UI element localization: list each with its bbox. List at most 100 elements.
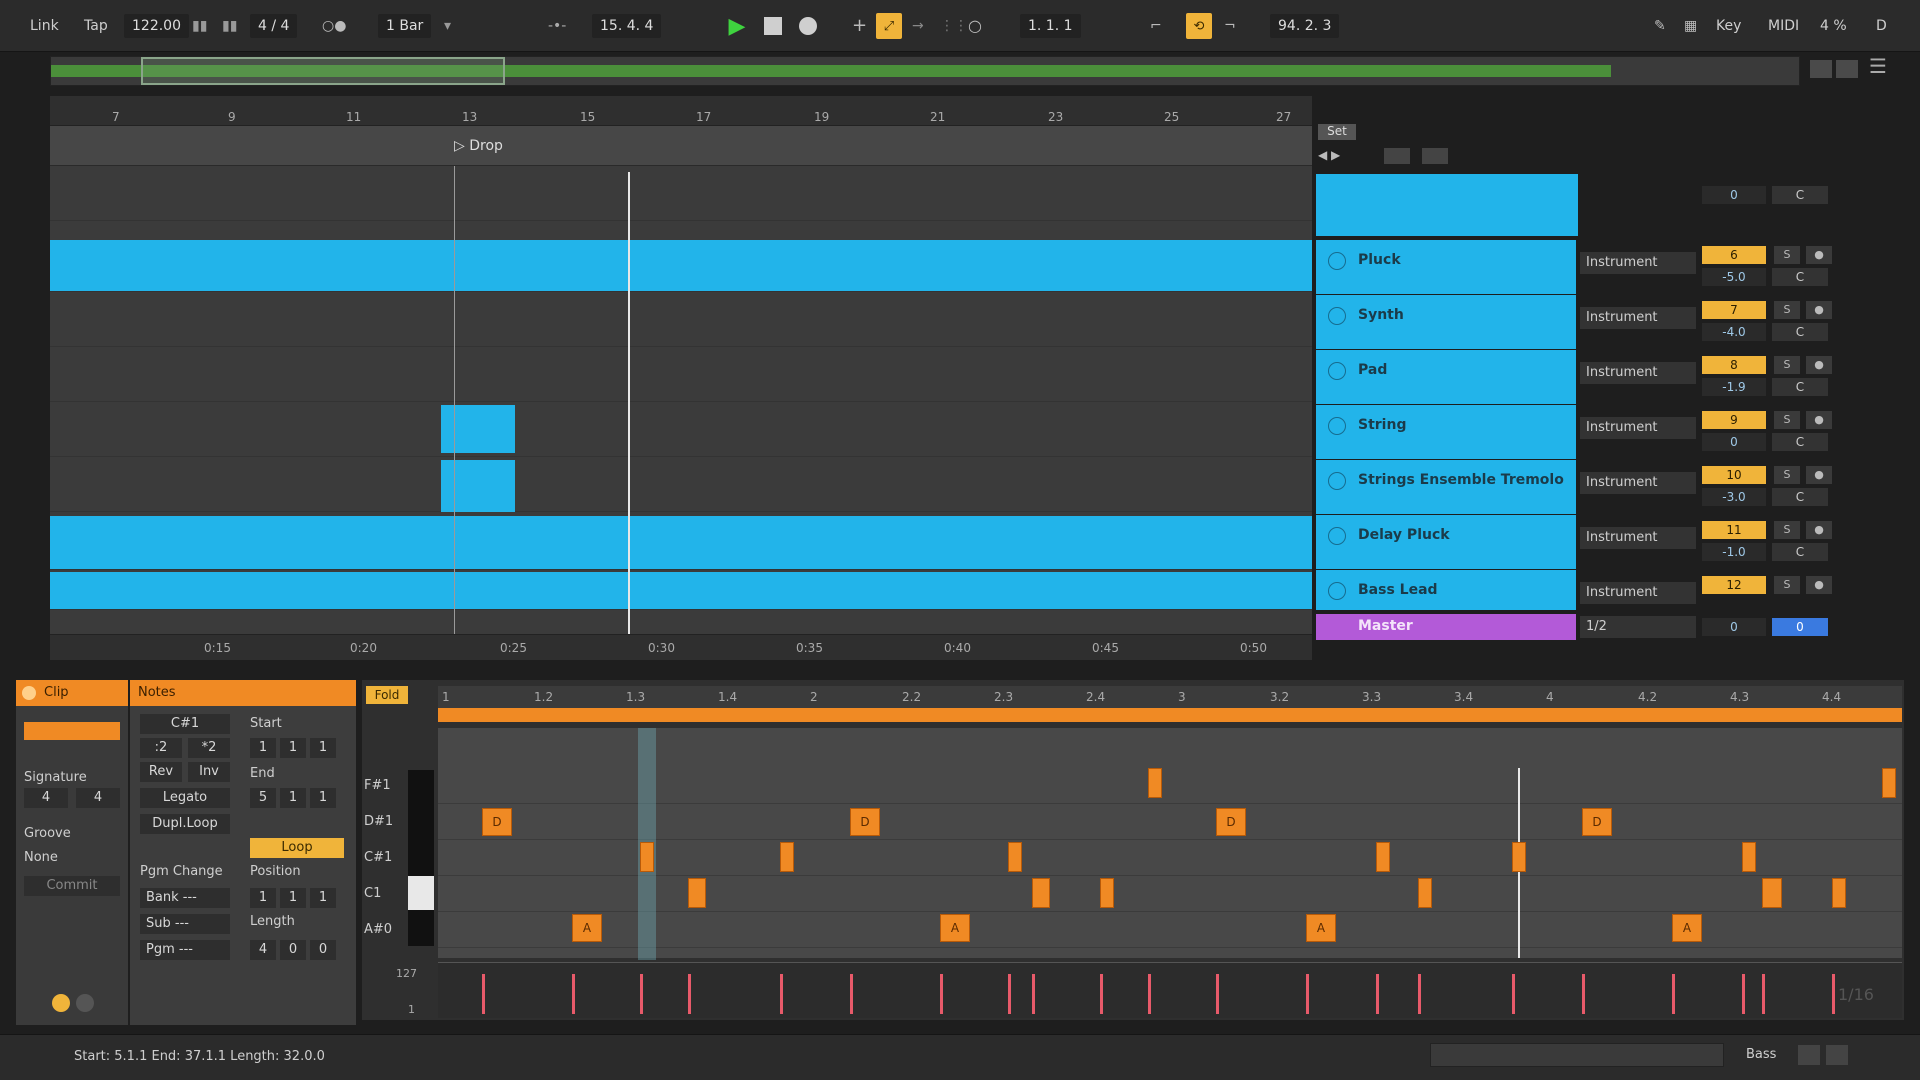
- fold-button[interactable]: Fold: [366, 686, 408, 704]
- midi-note[interactable]: [1832, 878, 1846, 908]
- track-activator[interactable]: 12: [1702, 576, 1766, 594]
- fold-icon[interactable]: [1328, 417, 1346, 435]
- arm-button[interactable]: ●: [1806, 246, 1832, 264]
- velocity-bar[interactable]: [572, 974, 575, 1014]
- start-beat[interactable]: 1: [280, 738, 306, 758]
- track-name-cell[interactable]: Pluck: [1316, 240, 1576, 294]
- mini-scroller[interactable]: [1430, 1043, 1724, 1067]
- song-position-field[interactable]: 15. 4. 4: [592, 14, 662, 38]
- midi-note[interactable]: [1882, 768, 1896, 798]
- track-pan[interactable]: C: [1772, 378, 1828, 396]
- track-volume[interactable]: -3.0: [1702, 488, 1766, 506]
- invert-button[interactable]: Inv: [188, 762, 230, 782]
- computer-keyboard-icon[interactable]: ▦: [1684, 14, 1697, 38]
- midi-note[interactable]: [1148, 768, 1162, 798]
- track-lane[interactable]: [50, 457, 1312, 512]
- time-ruler[interactable]: 0:15 0:20 0:25 0:30 0:35 0:40 0:45 0:50: [50, 634, 1312, 660]
- track-row-synth[interactable]: Synth Instrument 7 -4.0 S ● C: [1316, 295, 1856, 350]
- track-row-pluck[interactable]: Pluck Instrument 6 -5.0 S ● C: [1316, 240, 1856, 295]
- midi-note[interactable]: [1762, 878, 1782, 908]
- settings-icon[interactable]: [76, 994, 94, 1012]
- track-name-cell[interactable]: Delay Pluck: [1316, 515, 1576, 569]
- overview-viewport[interactable]: [141, 57, 505, 85]
- re-enable-automation-icon[interactable]: →: [912, 14, 924, 38]
- groove-select[interactable]: None: [24, 850, 58, 865]
- midi-note[interactable]: D: [1216, 808, 1246, 836]
- start-sixteenth[interactable]: 1: [310, 738, 336, 758]
- clip-activator-icon[interactable]: [22, 686, 36, 700]
- capture-icon[interactable]: ⋮⋮: [940, 14, 968, 38]
- midi-note[interactable]: [1100, 878, 1114, 908]
- metronome-toggle-icon[interactable]: ○●: [322, 14, 346, 38]
- piano-keyboard[interactable]: [408, 770, 434, 946]
- velocity-bar[interactable]: [1742, 974, 1745, 1014]
- metronome-icon[interactable]: ▮▮: [192, 14, 207, 38]
- stop-icon[interactable]: [760, 13, 786, 39]
- track-name-cell[interactable]: Strings Ensemble Tremolo: [1316, 460, 1576, 514]
- velocity-bar[interactable]: [1832, 974, 1835, 1014]
- velocity-bar[interactable]: [850, 974, 853, 1014]
- view-toggle-icon[interactable]: [1826, 1045, 1848, 1065]
- track-pan[interactable]: C: [1772, 488, 1828, 506]
- velocity-bar[interactable]: [940, 974, 943, 1014]
- velocity-bar[interactable]: [780, 974, 783, 1014]
- signature-numerator[interactable]: 4: [24, 788, 68, 808]
- track-row-master[interactable]: Master 1/2 0 0: [1316, 614, 1856, 642]
- midi-note[interactable]: A: [572, 914, 602, 942]
- fold-icon[interactable]: [1328, 307, 1346, 325]
- halve-button[interactable]: :2: [140, 738, 182, 758]
- quantize-select[interactable]: 1 Bar: [378, 14, 432, 38]
- midi-note[interactable]: D: [482, 808, 512, 836]
- beat-time-ruler[interactable]: 7 9 11 13 15 17 19 21 23 25 27: [50, 96, 1312, 126]
- solo-button[interactable]: S: [1774, 521, 1800, 539]
- double-button[interactable]: *2: [188, 738, 230, 758]
- solo-button[interactable]: S: [1774, 411, 1800, 429]
- track-row-strings-ensemble[interactable]: Strings Ensemble Tremolo Instrument 10 -…: [1316, 460, 1856, 515]
- clip-delay-pluck[interactable]: [50, 516, 1312, 570]
- launch-icon[interactable]: [52, 994, 70, 1012]
- loop-length-field[interactable]: 94. 2. 3: [1270, 14, 1340, 38]
- clip-bass-lead[interactable]: [50, 572, 1312, 610]
- master-cue[interactable]: 0: [1772, 618, 1828, 636]
- midi-note[interactable]: [640, 842, 654, 872]
- commit-button[interactable]: Commit: [24, 876, 120, 896]
- velocity-bar[interactable]: [1418, 974, 1421, 1014]
- device-chooser[interactable]: Instrument: [1580, 417, 1696, 439]
- track-volume[interactable]: 0: [1702, 433, 1766, 451]
- record-icon[interactable]: [795, 13, 821, 39]
- view-toggle-icon[interactable]: [1798, 1045, 1820, 1065]
- track-row-delay-pluck[interactable]: Delay Pluck Instrument 11 -1.0 S ● C: [1316, 515, 1856, 570]
- velocity-bar[interactable]: [1762, 974, 1765, 1014]
- session-record-icon[interactable]: ○: [968, 14, 982, 38]
- start-bar[interactable]: 1: [250, 738, 276, 758]
- track-row-pad[interactable]: Pad Instrument 8 -1.9 S ● C: [1316, 350, 1856, 405]
- length-sixteenth[interactable]: 0: [310, 940, 336, 960]
- track-lane[interactable]: [50, 347, 1312, 402]
- fold-icon[interactable]: [1328, 582, 1346, 600]
- device-chooser[interactable]: Instrument: [1580, 252, 1696, 274]
- loop-button[interactable]: Loop: [250, 838, 344, 858]
- midi-note[interactable]: [1418, 878, 1432, 908]
- track-activator[interactable]: 10: [1702, 466, 1766, 484]
- track-pan[interactable]: C: [1772, 268, 1828, 286]
- solo-button[interactable]: S: [1774, 356, 1800, 374]
- length-bar[interactable]: 4: [250, 940, 276, 960]
- clip-string[interactable]: [441, 405, 515, 453]
- solo-button[interactable]: S: [1774, 301, 1800, 319]
- device-chooser[interactable]: Instrument: [1580, 527, 1696, 549]
- position-sixteenth[interactable]: 1: [310, 888, 336, 908]
- track-pan[interactable]: C: [1772, 543, 1828, 561]
- playhead[interactable]: [628, 172, 630, 638]
- track-volume[interactable]: -5.0: [1702, 268, 1766, 286]
- piano-key-white[interactable]: [408, 876, 434, 910]
- punch-out-icon[interactable]: ¬: [1224, 14, 1236, 38]
- fold-icon[interactable]: [1328, 472, 1346, 490]
- midi-note[interactable]: [780, 842, 794, 872]
- device-chooser[interactable]: Instrument: [1580, 472, 1696, 494]
- grid-setting[interactable]: 1/16: [1838, 985, 1874, 1004]
- automation-arm-icon[interactable]: ⤢: [876, 13, 902, 39]
- clip-pluck[interactable]: [50, 240, 1312, 292]
- loop-switch-icon[interactable]: ⟲: [1186, 13, 1212, 39]
- time-signature-field[interactable]: 4 / 4: [250, 14, 298, 38]
- end-bar[interactable]: 5: [250, 788, 276, 808]
